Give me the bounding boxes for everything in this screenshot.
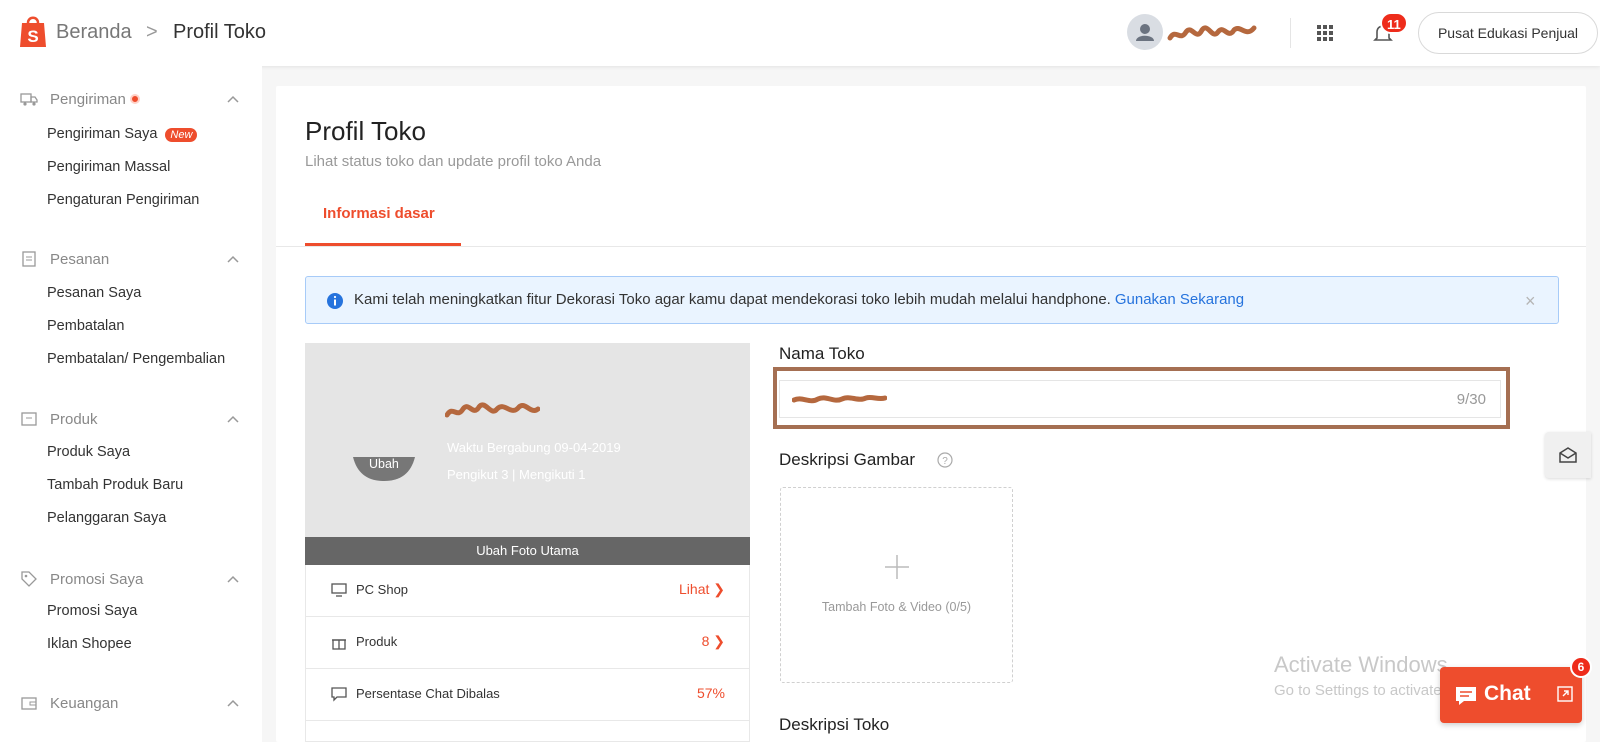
sidebar-item-pesanan-saya[interactable]: Pesanan Saya	[47, 285, 141, 301]
breadcrumb-current: Profil Toko	[173, 21, 267, 43]
sidebar-section-promosi[interactable]: Promosi Saya	[20, 568, 143, 590]
chat-icon	[1456, 687, 1476, 705]
chat-unread-badge: 6	[1570, 656, 1592, 678]
stat-value[interactable]: 8 ❯	[702, 633, 725, 650]
sidebar: Pengiriman Pengiriman Saya New Pengiriman…	[0, 66, 262, 742]
upload-label: Tambah Foto & Video (0/5)	[821, 600, 972, 614]
sidebar-item-promosi-saya[interactable]: Promosi Saya	[47, 603, 137, 619]
sidebar-section-keuangan[interactable]: Keuangan	[20, 692, 118, 714]
user-icon	[1136, 24, 1154, 41]
sidebar-item-pengiriman-massal[interactable]: Pengiriman Massal	[47, 159, 170, 175]
notification-badge: 11	[1380, 12, 1408, 34]
shop-description-label: Deskripsi Toko	[779, 715, 890, 734]
page-subtitle: Lihat status toko dan update profil toko…	[305, 153, 602, 170]
sidebar-section-label: Pesanan	[50, 250, 110, 268]
shopee-logo[interactable]: S	[18, 14, 48, 48]
breadcrumb-home[interactable]: Beranda	[56, 21, 132, 44]
sidebar-item-pengaturan-pengiriman[interactable]: Pengaturan Pengiriman	[47, 192, 199, 208]
top-header: S Beranda > Profil Toko 11 Pusat Edukasi…	[0, 0, 1600, 66]
change-cover-button[interactable]: Ubah Foto Utama	[305, 537, 750, 565]
seller-education-button[interactable]: Pusat Edukasi Penjual	[1418, 12, 1598, 54]
image-description-label: Deskripsi Gambar	[779, 450, 916, 469]
header-divider	[1290, 18, 1291, 48]
sidebar-section-label: Keuangan	[50, 694, 119, 712]
stat-value[interactable]: Lihat ❯	[679, 581, 725, 598]
box-icon	[21, 412, 37, 426]
stat-row-pc-shop[interactable]: PC Shop Lihat ❯	[306, 565, 749, 617]
avatar[interactable]	[1127, 14, 1163, 50]
chat-label: Chat	[1484, 682, 1531, 705]
sidebar-section-label: Produk	[50, 410, 98, 428]
svg-text:S: S	[27, 27, 38, 46]
stat-label: Produk	[356, 634, 398, 649]
svg-text:?: ?	[942, 456, 948, 467]
sidebar-section-label: Promosi Saya	[50, 570, 144, 588]
sidebar-item-pelanggaran[interactable]: Pelanggaran Saya	[47, 510, 166, 526]
sidebar-item-produk-saya[interactable]: Produk Saya	[47, 444, 130, 460]
wallet-icon	[21, 697, 37, 710]
chevron-up-icon[interactable]	[226, 573, 240, 587]
shop-stats: PC Shop Lihat ❯ Produk 8 ❯ Persentase Ch…	[305, 565, 750, 742]
apps-grid-icon[interactable]	[1315, 23, 1335, 43]
media-upload-box[interactable]: Tambah Foto & Video (0/5)	[780, 487, 1013, 683]
chat-bubble-icon	[331, 687, 347, 702]
sidebar-section-pengiriman[interactable]: Pengiriman	[20, 88, 140, 110]
chevron-up-icon[interactable]	[226, 93, 240, 107]
notice-text: Kami telah meningkatkan fitur Dekorasi T…	[354, 291, 1111, 308]
info-notice-banner: Kami telah meningkatkan fitur Dekorasi T…	[305, 276, 1559, 324]
shop-name-redacted	[445, 402, 540, 418]
help-icon[interactable]: ?	[937, 452, 953, 468]
sidebar-item-pengiriman-saya[interactable]: Pengiriman Saya New	[47, 126, 198, 142]
windows-activation-title: Activate Windows	[1274, 652, 1448, 677]
expand-icon	[1557, 686, 1573, 702]
page-title: Profil Toko	[305, 116, 426, 146]
join-date: Waktu Bergabung 09-04-2019	[447, 440, 621, 455]
plus-icon	[885, 555, 909, 579]
avatar-change-label[interactable]: Ubah	[369, 457, 399, 471]
followers-count: Pengikut 3 | Mengikuti 1	[447, 467, 586, 482]
monitor-icon	[331, 583, 347, 597]
stat-value: 57%	[696, 685, 725, 701]
sidebar-item-tambah-produk[interactable]: Tambah Produk Baru	[47, 477, 183, 493]
notice-link[interactable]: Gunakan Sekarang	[1115, 291, 1244, 308]
side-message-button[interactable]	[1545, 432, 1591, 478]
shop-name-input[interactable]: 9/30	[779, 380, 1501, 418]
close-icon[interactable]: ×	[1525, 291, 1536, 312]
character-counter: 9/30	[1456, 391, 1486, 408]
inbox-icon	[1559, 447, 1577, 463]
gift-icon	[332, 639, 346, 650]
new-dot	[129, 94, 140, 104]
shop-name-label: Nama Toko	[779, 344, 865, 363]
tabs-divider	[276, 246, 1586, 247]
tab-informasi-dasar[interactable]: Informasi dasar	[323, 205, 435, 222]
stat-label: PC Shop	[356, 582, 409, 597]
chevron-up-icon[interactable]	[226, 697, 240, 711]
new-badge: New	[165, 128, 198, 142]
truck-icon	[20, 93, 38, 106]
sidebar-section-pesanan[interactable]: Pesanan	[20, 248, 109, 270]
notice-message: Kami telah meningkatkan fitur Dekorasi T…	[354, 291, 1244, 308]
stat-row-produk[interactable]: Produk 8 ❯	[306, 617, 749, 669]
clipboard-icon	[22, 251, 36, 267]
chevron-up-icon[interactable]	[226, 253, 240, 267]
shop-name-value-redacted	[792, 394, 887, 404]
sidebar-section-label: Pengiriman	[50, 90, 126, 108]
sidebar-item-label: Pengiriman Saya	[47, 126, 158, 142]
chevron-up-icon[interactable]	[226, 413, 240, 427]
sidebar-item-iklan-shopee[interactable]: Iklan Shopee	[47, 636, 132, 652]
shop-cover: Ubah Waktu Bergabung 09-04-2019 Pengikut…	[305, 343, 750, 565]
sidebar-section-produk[interactable]: Produk	[20, 408, 98, 430]
stat-label: Persentase Chat Dibalas	[356, 686, 500, 701]
tag-icon	[21, 571, 37, 587]
username-redacted[interactable]	[1166, 20, 1262, 46]
info-icon	[327, 293, 343, 309]
sidebar-item-pembatalan[interactable]: Pembatalan	[47, 318, 124, 334]
sidebar-item-pengembalian[interactable]: Pembatalan/ Pengembalian	[47, 351, 225, 367]
stat-row-chat-rate: Persentase Chat Dibalas 57%	[306, 669, 749, 721]
breadcrumb-separator: >	[146, 21, 158, 43]
chat-button[interactable]: Chat	[1440, 667, 1582, 723]
